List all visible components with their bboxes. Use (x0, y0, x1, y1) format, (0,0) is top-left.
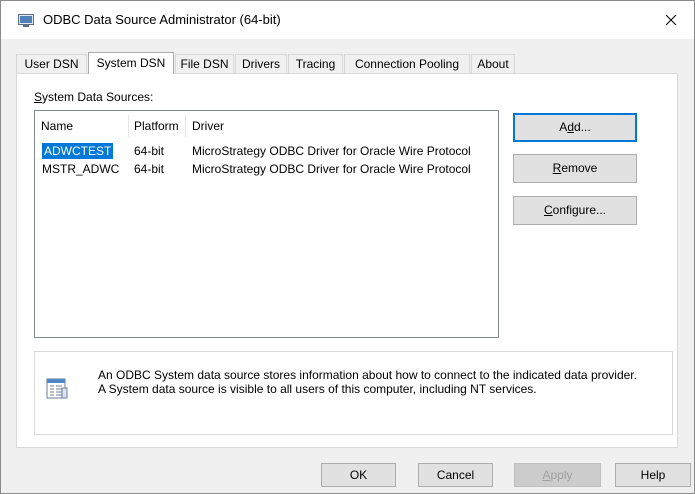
tab-drivers[interactable]: Drivers (235, 54, 287, 73)
accel-char: S (34, 90, 43, 104)
info-line: A System data source is visible to all u… (98, 382, 537, 396)
tab-label: File DSN (180, 57, 229, 71)
info-box: An ODBC System data source stores inform… (34, 351, 673, 435)
odbc-admin-window: ODBC Data Source Administrator (64-bit) … (0, 0, 695, 494)
btn-text: Cancel (436, 468, 475, 482)
help-button[interactable]: Help (615, 463, 691, 487)
odbc-app-icon (18, 14, 34, 27)
remove-button[interactable]: Remove (513, 154, 637, 183)
tab-label: Drivers (242, 57, 280, 71)
info-description: An ODBC System data source stores inform… (98, 368, 668, 396)
btn-text: d... (574, 120, 591, 134)
tab-about[interactable]: About (471, 54, 515, 73)
tab-connection-pooling[interactable]: Connection Pooling (344, 54, 470, 73)
column-header-name[interactable]: Name (41, 119, 73, 133)
dsn-platform: 64-bit (134, 162, 165, 176)
tab-system-dsn[interactable]: System DSN (88, 52, 174, 74)
configure-button[interactable]: Configure... (513, 196, 637, 225)
btn-text: onfigure... (552, 203, 607, 217)
close-icon (665, 14, 677, 26)
column-header-platform[interactable]: Platform (134, 119, 179, 133)
list-item[interactable]: MSTR_ADWC 64-bit MicroStrategy ODBC Driv… (40, 161, 495, 177)
tab-label: User DSN (24, 57, 79, 71)
tab-tracing[interactable]: Tracing (288, 54, 343, 73)
info-line: An ODBC System data source stores inform… (98, 368, 637, 382)
accel-char: d (567, 120, 574, 134)
accel-char: C (543, 203, 553, 217)
dsn-name: ADWCTEST (42, 143, 114, 159)
tab-label: Connection Pooling (354, 57, 460, 71)
column-header-driver[interactable]: Driver (192, 119, 224, 133)
add-button[interactable]: Add... (513, 113, 637, 142)
tab-file-dsn[interactable]: File DSN (175, 54, 234, 73)
tab-label: Tracing (295, 57, 336, 71)
title-bar[interactable]: ODBC Data Source Administrator (64-bit) (1, 1, 694, 39)
close-button[interactable] (648, 1, 694, 39)
accel-char: R (552, 161, 562, 175)
dsn-driver: MicroStrategy ODBC Driver for Oracle Wir… (192, 162, 471, 176)
data-source-icon (46, 378, 68, 399)
btn-text: emove (561, 161, 598, 175)
dsn-name: MSTR_ADWC (42, 162, 120, 176)
system-data-sources-label: System Data Sources: (34, 90, 153, 104)
list-item[interactable]: ADWCTEST 64-bit MicroStrategy ODBC Drive… (40, 143, 495, 159)
btn-text: OK (349, 468, 368, 482)
window-title: ODBC Data Source Administrator (64-bit) (43, 12, 281, 27)
btn-text: Help (640, 468, 666, 482)
tab-label: About (477, 57, 509, 71)
column-divider[interactable] (185, 115, 186, 137)
dsn-driver: MicroStrategy ODBC Driver for Oracle Wir… (192, 144, 471, 158)
tab-user-dsn[interactable]: User DSN (16, 54, 87, 73)
tab-label: System DSN (96, 56, 166, 70)
dsn-platform: 64-bit (134, 144, 165, 158)
cancel-button[interactable]: Cancel (418, 463, 493, 487)
column-divider[interactable] (128, 115, 129, 137)
data-sources-list[interactable]: Name Platform Driver ADWCTEST 64-bit Mic… (34, 110, 499, 338)
label-text: ystem Data Sources: (42, 90, 154, 104)
ok-button[interactable]: OK (321, 463, 396, 487)
accel-char: A (542, 468, 551, 482)
btn-text: pply (550, 468, 573, 482)
apply-button: Apply (514, 463, 601, 487)
